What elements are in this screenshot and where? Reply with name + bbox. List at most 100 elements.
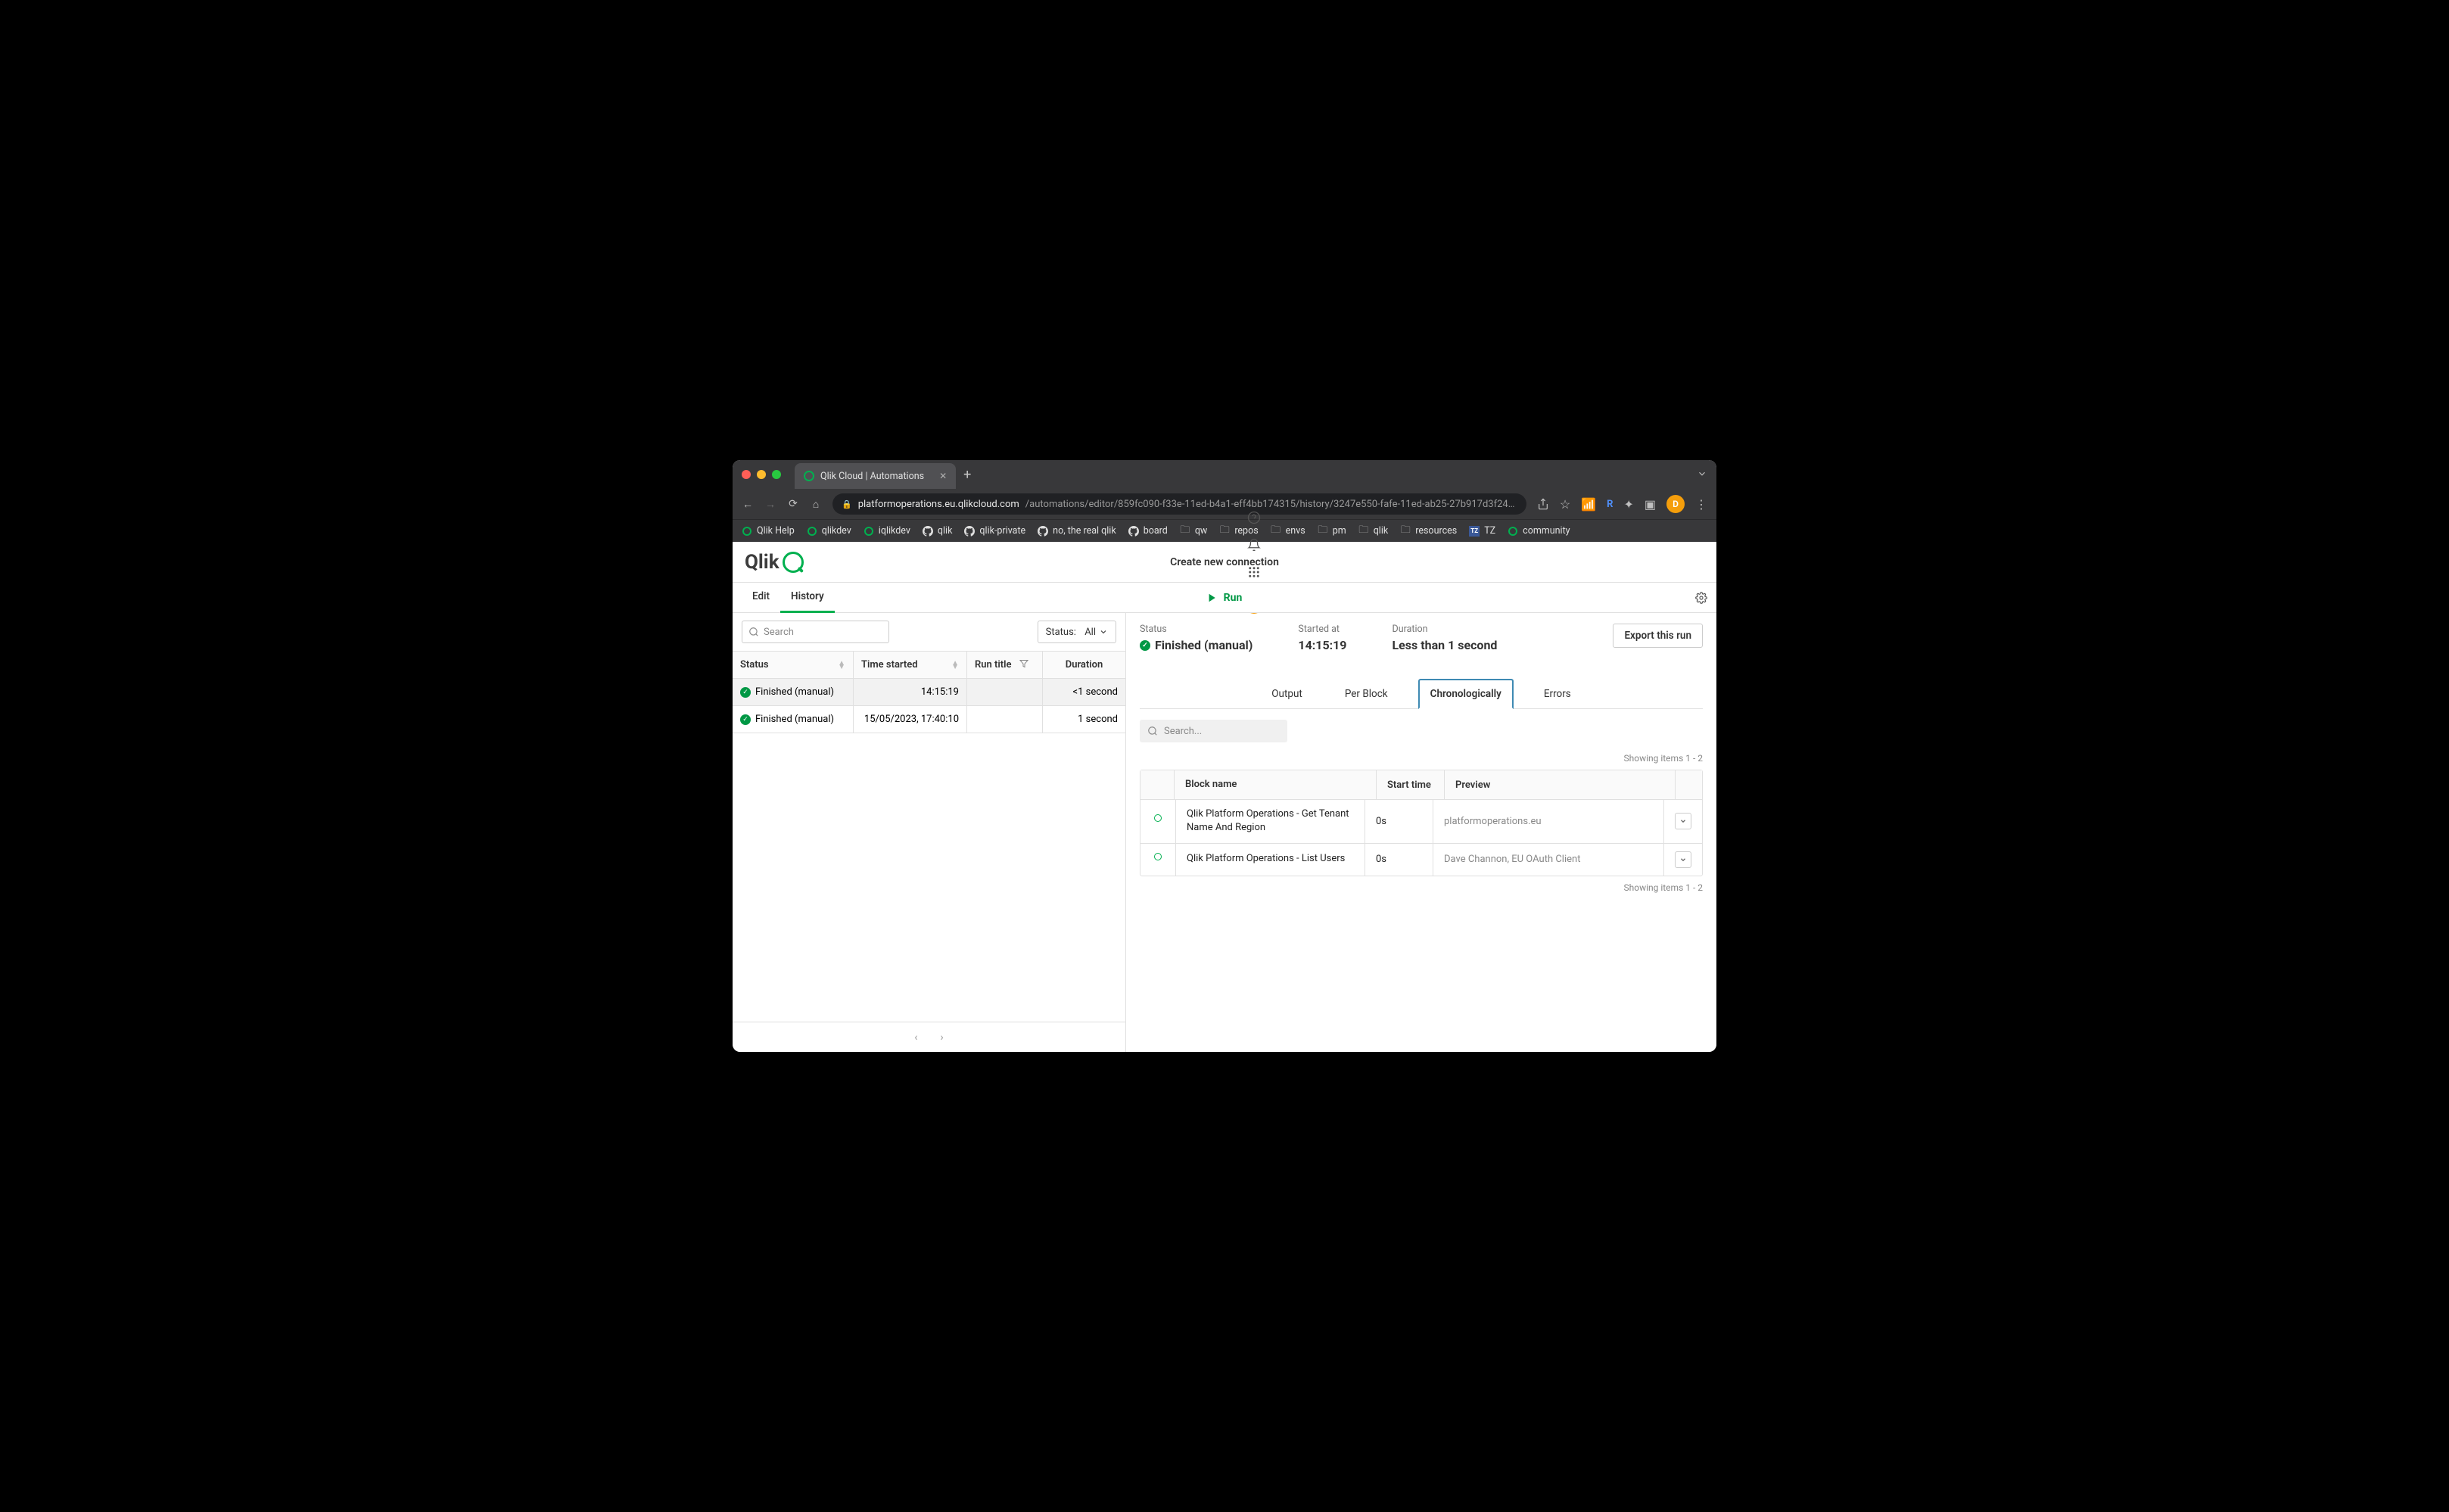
tab-title: Qlik Cloud | Automations xyxy=(820,471,924,482)
block-preview: Dave Channon, EU OAuth Client xyxy=(1433,844,1664,876)
url-domain: platformoperations.eu.qlikcloud.com xyxy=(858,499,1019,510)
view-tabs: Output Per Block Chronologically Errors xyxy=(1140,678,1703,709)
logo-text: Qlik xyxy=(745,551,780,574)
col-status[interactable]: Status▲▼ xyxy=(733,652,854,678)
col-icon xyxy=(1140,770,1175,799)
history-filters: Search Status: All xyxy=(733,613,1125,651)
maximize-window-button[interactable] xyxy=(772,470,781,479)
star-icon[interactable]: ☆ xyxy=(1560,497,1570,512)
col-run-title[interactable]: Run title xyxy=(967,652,1043,678)
help-icon[interactable] xyxy=(1247,511,1261,524)
block-name: Qlik Platform Operations - Get Tenant Na… xyxy=(1176,800,1365,842)
history-table-header: Status▲▼ Time started▲▼ Run title Durati… xyxy=(733,652,1125,679)
bookmark-label: Qlik Help xyxy=(757,525,795,537)
col-start-time[interactable]: Start time xyxy=(1377,770,1445,799)
qlik-logo[interactable]: Qlik xyxy=(745,551,804,574)
close-tab-icon[interactable]: ✕ xyxy=(939,471,947,481)
page-title: Create new connection xyxy=(1170,556,1279,568)
status-filter-dropdown[interactable]: Status: All xyxy=(1038,621,1116,643)
status-check-icon: ✓ xyxy=(740,714,751,725)
extension-r-icon[interactable]: R xyxy=(1607,499,1613,510)
col-time-started[interactable]: Time started▲▼ xyxy=(854,652,967,678)
tab-per-block[interactable]: Per Block xyxy=(1333,679,1400,709)
run-button[interactable]: Run xyxy=(1207,592,1243,604)
browser-tab[interactable]: Qlik Cloud | Automations ✕ xyxy=(795,463,956,489)
tab-errors[interactable]: Errors xyxy=(1532,679,1583,709)
search-placeholder: Search xyxy=(764,627,794,638)
search-icon xyxy=(1147,726,1158,736)
block-search-input[interactable]: Search... xyxy=(1140,720,1287,742)
forward-button[interactable]: → xyxy=(764,498,776,511)
expand-row-button[interactable] xyxy=(1675,813,1691,829)
history-row[interactable]: ✓ Finished (manual) 14:15:19 <1 second xyxy=(733,679,1125,706)
row-time: 14:15:19 xyxy=(921,686,959,698)
sidepanel-icon[interactable]: ▣ xyxy=(1645,497,1656,512)
row-status: Finished (manual) xyxy=(755,686,834,698)
next-page-button[interactable]: › xyxy=(941,1031,944,1044)
row-duration: 1 second xyxy=(1078,714,1118,725)
block-preview: platformoperations.eu xyxy=(1433,800,1664,842)
app-header: Qlik Create new connection DC xyxy=(733,542,1716,583)
chrome-menu-icon[interactable]: ⋮ xyxy=(1695,497,1707,512)
row-duration: <1 second xyxy=(1073,686,1118,698)
share-icon[interactable] xyxy=(1537,498,1549,510)
export-run-button[interactable]: Export this run xyxy=(1613,624,1703,648)
run-label: Run xyxy=(1224,592,1243,604)
started-value: 14:15:19 xyxy=(1298,638,1346,652)
reload-button[interactable]: ⟳ xyxy=(787,498,799,510)
tabs-menu-icon[interactable] xyxy=(1697,468,1707,482)
bookmark-item[interactable]: Qlik Help xyxy=(742,525,795,537)
qlik-block-icon xyxy=(1151,853,1165,866)
block-start-time: 0s xyxy=(1365,800,1433,842)
block-start-time: 0s xyxy=(1365,844,1433,876)
showing-items-bottom: Showing items 1 - 2 xyxy=(1126,882,1716,899)
expand-row-button[interactable] xyxy=(1675,851,1691,868)
history-table: Status▲▼ Time started▲▼ Run title Durati… xyxy=(733,651,1125,1022)
tab-history[interactable]: History xyxy=(780,583,835,613)
col-block-name[interactable]: Block name xyxy=(1175,770,1377,799)
col-preview[interactable]: Preview xyxy=(1445,770,1676,799)
notifications-icon[interactable] xyxy=(1247,538,1261,552)
history-pager: ‹ › xyxy=(733,1022,1125,1052)
block-row: Qlik Platform Operations - List Users0sD… xyxy=(1140,844,1702,876)
extensions-icon[interactable]: ✦ xyxy=(1623,497,1633,512)
run-detail-panel: Status ✓ Finished (manual) Started at 14:… xyxy=(1126,613,1716,1052)
lock-icon: 🔒 xyxy=(842,499,852,509)
duration-label: Duration xyxy=(1392,624,1497,635)
block-name: Qlik Platform Operations - List Users xyxy=(1176,844,1365,876)
status-filter-value: All xyxy=(1084,627,1096,638)
browser-window: Qlik Cloud | Automations ✕ + ← → ⟳ ⌂ 🔒 p… xyxy=(733,460,1716,1052)
started-label: Started at xyxy=(1298,624,1346,635)
prev-page-button[interactable]: ‹ xyxy=(914,1031,917,1044)
status-value: Finished (manual) xyxy=(1155,638,1253,652)
filter-icon[interactable] xyxy=(1019,659,1028,670)
status-check-icon: ✓ xyxy=(1140,640,1150,651)
tab-chronologically[interactable]: Chronologically xyxy=(1418,679,1514,709)
tab-output[interactable]: Output xyxy=(1259,679,1315,709)
chevron-down-icon xyxy=(1099,627,1108,636)
qlik-favicon-icon xyxy=(804,471,814,481)
sort-icon: ▲▼ xyxy=(951,661,959,669)
sort-icon: ▲▼ xyxy=(838,661,845,669)
back-button[interactable]: ← xyxy=(742,498,754,511)
settings-icon[interactable] xyxy=(1695,592,1707,604)
col-expand xyxy=(1676,770,1702,799)
home-button[interactable]: ⌂ xyxy=(810,498,822,511)
close-window-button[interactable] xyxy=(742,470,751,479)
qlik-q-icon xyxy=(783,552,804,573)
editor-toolbar: Edit History Run xyxy=(733,583,1716,613)
traffic-lights xyxy=(742,470,781,479)
url-path: /automations/editor/859fc090-f33e-11ed-b… xyxy=(1025,499,1517,510)
history-row[interactable]: ✓Finished (manual)15/05/2023, 17:40:101 … xyxy=(733,706,1125,733)
status-label: Status xyxy=(1140,624,1253,635)
app-body: Search Status: All Status▲▼ Time started… xyxy=(733,613,1716,1052)
rss-icon[interactable]: 📶 xyxy=(1581,497,1596,512)
search-icon xyxy=(748,627,759,637)
tab-edit[interactable]: Edit xyxy=(742,583,780,613)
status-check-icon: ✓ xyxy=(740,687,751,698)
minimize-window-button[interactable] xyxy=(757,470,766,479)
search-input[interactable]: Search xyxy=(742,621,889,643)
qlik-icon xyxy=(742,526,752,537)
new-tab-button[interactable]: + xyxy=(963,467,971,483)
col-duration[interactable]: Duration xyxy=(1043,652,1125,678)
